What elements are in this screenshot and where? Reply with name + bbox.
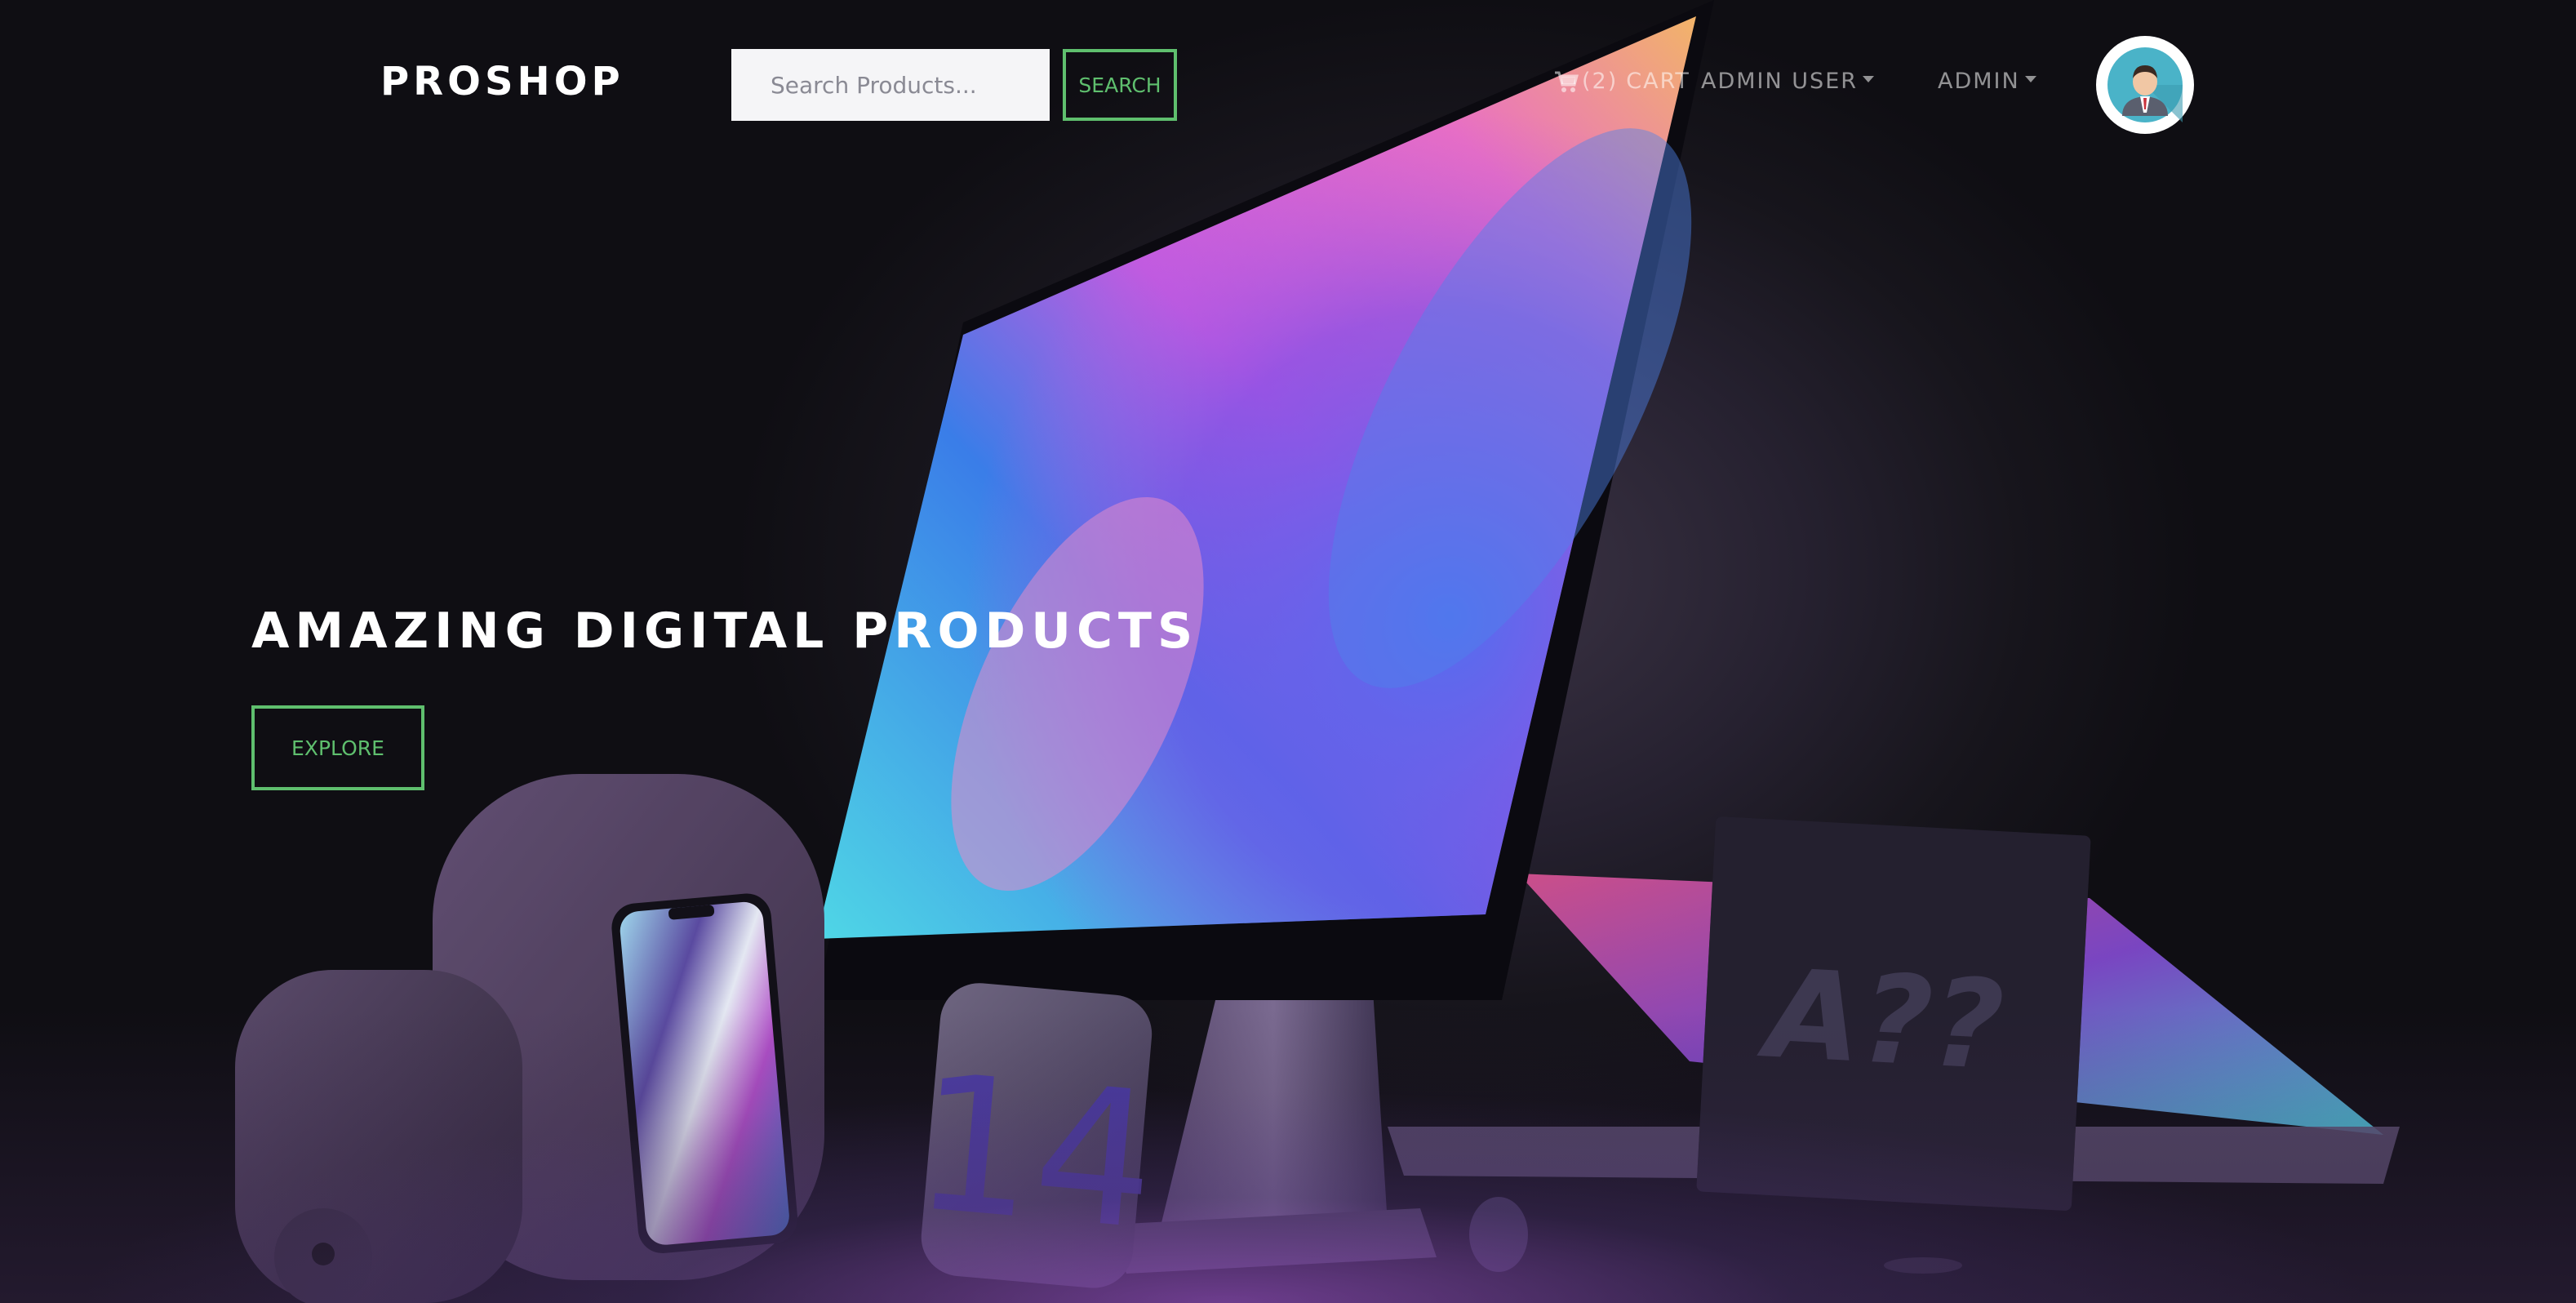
hero-section: 14 A?? PROSHOP SEARCH (2) CART xyxy=(0,0,2576,1303)
user-menu-dropdown[interactable]: ADMIN USER xyxy=(1701,69,1875,94)
brand-logo[interactable]: PROSHOP xyxy=(380,59,624,105)
cart-icon xyxy=(1555,71,1579,92)
admin-menu-label: ADMIN xyxy=(1938,69,2020,94)
chevron-down-icon xyxy=(1863,75,1875,82)
admin-menu-dropdown[interactable]: ADMIN xyxy=(1938,69,2036,94)
cart-label: CART xyxy=(1626,69,1690,94)
user-avatar-icon xyxy=(2107,47,2183,122)
hero-title: AMAZING DIGITAL PRODUCTS xyxy=(251,603,1199,660)
search-input[interactable] xyxy=(731,49,1050,121)
chevron-down-icon xyxy=(2024,75,2036,82)
search-button[interactable]: SEARCH xyxy=(1063,49,1177,121)
cart-link[interactable]: (2) CART xyxy=(1554,69,1690,94)
floor-glow xyxy=(0,1009,2576,1303)
cart-count: (2) xyxy=(1582,69,1619,94)
explore-button[interactable]: EXPLORE xyxy=(251,705,424,790)
user-menu-label: ADMIN USER xyxy=(1701,69,1859,94)
avatar[interactable] xyxy=(2096,36,2194,134)
navbar: PROSHOP SEARCH (2) CART ADMIN USER ADMIN xyxy=(0,0,2576,168)
